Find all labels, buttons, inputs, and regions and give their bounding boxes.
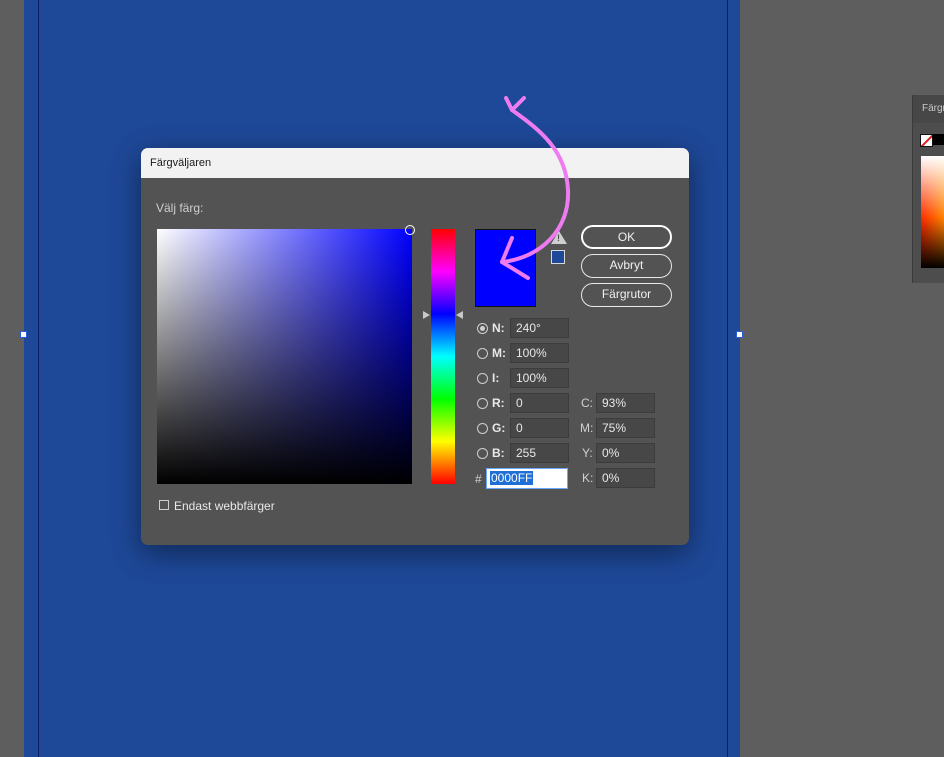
pink-annotation-arrow [500,96,571,280]
